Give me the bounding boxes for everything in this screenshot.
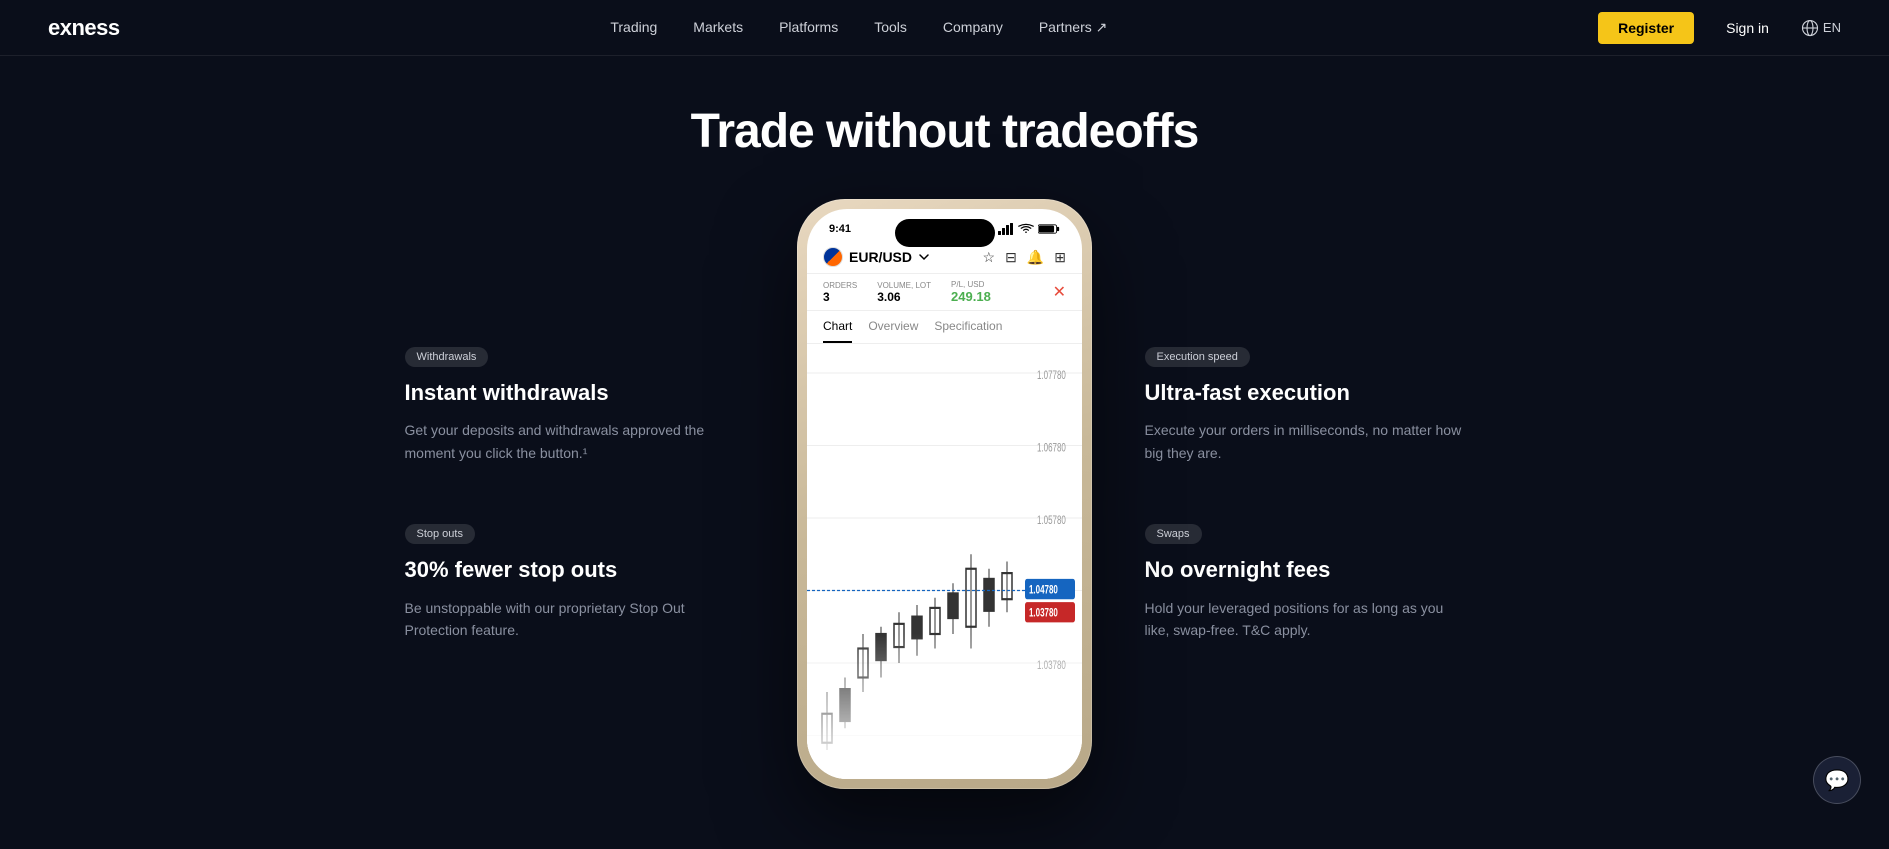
register-button[interactable]: Register bbox=[1598, 12, 1694, 44]
phone-outer: 9:41 bbox=[797, 199, 1092, 789]
swaps-desc: Hold your leveraged positions for as lon… bbox=[1145, 597, 1465, 642]
stopouts-desc: Be unstoppable with our proprietary Stop… bbox=[405, 597, 725, 642]
nav-markets[interactable]: Markets bbox=[693, 19, 743, 35]
execution-title: Ultra-fast execution bbox=[1145, 379, 1485, 408]
phone-screen: 9:41 bbox=[807, 209, 1082, 779]
signin-button[interactable]: Sign in bbox=[1706, 12, 1789, 44]
pnl-col: P/L, USD 249.18 bbox=[951, 280, 991, 304]
status-icons bbox=[998, 223, 1060, 235]
stopouts-badge: Stop outs bbox=[405, 524, 475, 544]
close-position-button[interactable]: ✕ bbox=[1053, 282, 1066, 302]
nav-company[interactable]: Company bbox=[943, 19, 1003, 35]
dynamic-island bbox=[895, 219, 995, 247]
svg-text:1.07780: 1.07780 bbox=[1037, 369, 1066, 382]
execution-desc: Execute your orders in milliseconds, no … bbox=[1145, 419, 1465, 464]
phone-mockup: 9:41 bbox=[785, 199, 1105, 789]
briefcase-icon[interactable]: ⊟ bbox=[1005, 249, 1017, 266]
nav-right: Register Sign in EN bbox=[1598, 12, 1841, 44]
chat-button[interactable]: 💬 bbox=[1813, 756, 1861, 804]
swaps-badge: Swaps bbox=[1145, 524, 1202, 544]
battery-icon bbox=[1038, 223, 1060, 235]
bell-icon[interactable]: 🔔 bbox=[1027, 249, 1044, 266]
chart-area: 1.07780 1.06780 1.05780 1.04780 1.03780 bbox=[807, 344, 1082, 779]
feature-swaps: Swaps No overnight fees Hold your levera… bbox=[1145, 524, 1485, 641]
svg-text:1.06780: 1.06780 bbox=[1037, 442, 1066, 455]
nav-tools[interactable]: Tools bbox=[874, 19, 907, 35]
tab-overview[interactable]: Overview bbox=[868, 311, 918, 343]
nav-trading[interactable]: Trading bbox=[610, 19, 657, 35]
pair-info: EUR/USD bbox=[823, 247, 930, 267]
lang-label: EN bbox=[1823, 20, 1841, 35]
execution-badge: Execution speed bbox=[1145, 347, 1250, 367]
stopouts-title: 30% fewer stop outs bbox=[405, 556, 745, 585]
hero-section: Trade without tradeoffs bbox=[0, 56, 1889, 179]
tab-specification[interactable]: Specification bbox=[934, 311, 1002, 343]
right-features: Execution speed Ultra-fast execution Exe… bbox=[1105, 347, 1485, 642]
globe-icon bbox=[1801, 19, 1819, 37]
eur-usd-flag bbox=[823, 247, 843, 267]
header-icons: ☆ ⊟ 🔔 ⊞ bbox=[983, 249, 1066, 266]
wifi-icon bbox=[1018, 223, 1034, 235]
phone-inner: 9:41 bbox=[807, 209, 1082, 779]
language-selector[interactable]: EN bbox=[1801, 19, 1841, 37]
volume-value: 3.06 bbox=[877, 290, 900, 304]
pnl-label: P/L, USD bbox=[951, 280, 991, 289]
tab-chart[interactable]: Chart bbox=[823, 311, 852, 343]
withdrawals-desc: Get your deposits and withdrawals approv… bbox=[405, 419, 725, 464]
star-icon[interactable]: ☆ bbox=[983, 249, 996, 266]
svg-text:1.05780: 1.05780 bbox=[1037, 514, 1066, 527]
feature-execution: Execution speed Ultra-fast execution Exe… bbox=[1145, 347, 1485, 464]
feature-stopouts: Stop outs 30% fewer stop outs Be unstopp… bbox=[405, 524, 745, 641]
grid-icon[interactable]: ⊞ bbox=[1054, 249, 1066, 266]
pair-name: EUR/USD bbox=[849, 249, 912, 265]
feature-withdrawals: Withdrawals Instant withdrawals Get your… bbox=[405, 347, 745, 464]
navbar: exness Trading Markets Platforms Tools C… bbox=[0, 0, 1889, 56]
signal-icon bbox=[998, 223, 1014, 235]
phone-time: 9:41 bbox=[829, 223, 851, 235]
pnl-value: 249.18 bbox=[951, 289, 991, 304]
orders-label: ORDERS bbox=[823, 281, 857, 290]
hero-headline: Trade without tradeoffs bbox=[0, 104, 1889, 159]
dropdown-icon[interactable] bbox=[918, 251, 930, 263]
orders-col: ORDERS 3 bbox=[823, 281, 857, 304]
withdrawals-badge: Withdrawals bbox=[405, 347, 489, 367]
volume-col: VOLUME, LOT 3.06 bbox=[877, 281, 931, 304]
nav-partners[interactable]: Partners ↗ bbox=[1039, 19, 1108, 35]
swaps-title: No overnight fees bbox=[1145, 556, 1485, 585]
volume-label: VOLUME, LOT bbox=[877, 281, 931, 290]
nav-links: Trading Markets Platforms Tools Company … bbox=[610, 19, 1107, 37]
orders-value: 3 bbox=[823, 290, 830, 304]
svg-text:1.04780: 1.04780 bbox=[1029, 584, 1058, 597]
main-content: Withdrawals Instant withdrawals Get your… bbox=[0, 179, 1889, 849]
withdrawals-title: Instant withdrawals bbox=[405, 379, 745, 408]
chat-icon: 💬 bbox=[1825, 768, 1850, 793]
nav-platforms[interactable]: Platforms bbox=[779, 19, 838, 35]
candlestick-chart: 1.07780 1.06780 1.05780 1.04780 1.03780 bbox=[807, 344, 1082, 779]
chart-tabs: Chart Overview Specification bbox=[807, 311, 1082, 344]
left-features: Withdrawals Instant withdrawals Get your… bbox=[405, 347, 785, 642]
trade-info-bar: ORDERS 3 VOLUME, LOT 3.06 P/L, USD 249.1… bbox=[807, 273, 1082, 311]
logo[interactable]: exness bbox=[48, 15, 120, 41]
svg-text:1.03780: 1.03780 bbox=[1029, 607, 1058, 620]
